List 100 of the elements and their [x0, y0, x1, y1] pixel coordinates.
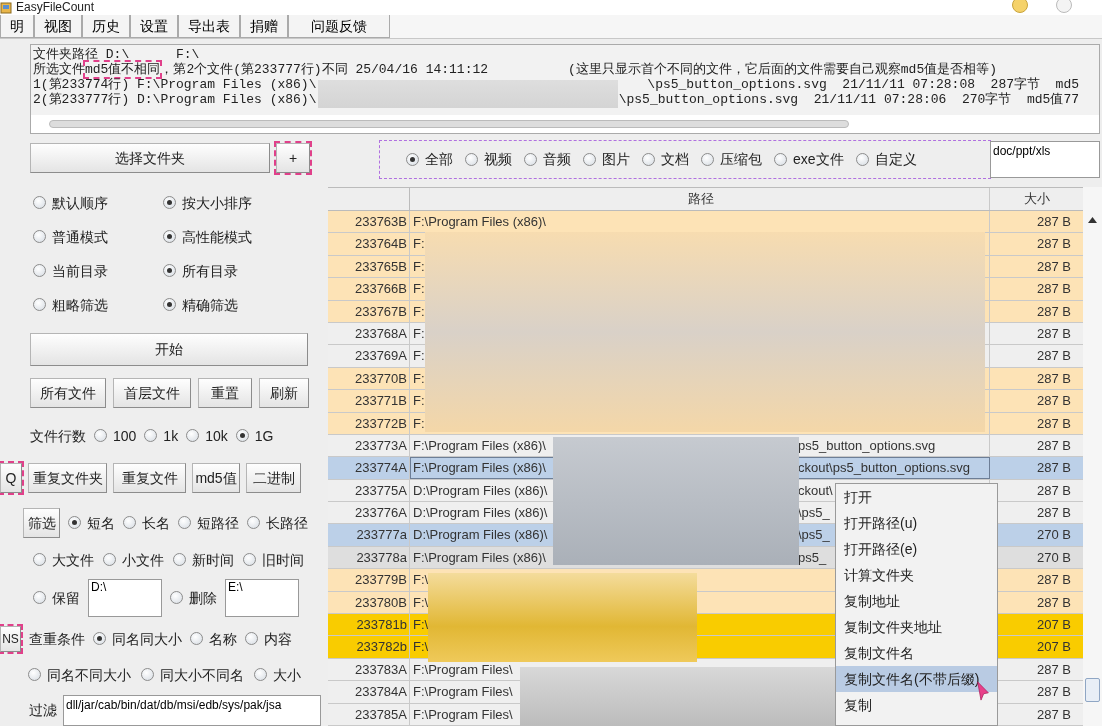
radio-label: 默认顺序	[52, 194, 108, 212]
radio-button[interactable]	[254, 668, 267, 682]
column-header[interactable]: 大小	[990, 188, 1083, 210]
table-cell: 287 B	[990, 255, 1083, 278]
path-text: F:	[413, 370, 425, 386]
radio-button[interactable]	[642, 153, 655, 166]
field-label: 过滤	[29, 702, 57, 719]
log-line: \ps5_button_options.svg 21/11/11 07:28:06 270字节 md5值77	[618, 92, 1080, 107]
radio-label: 视频	[484, 151, 512, 168]
path-text: F:\Program Files\	[413, 684, 513, 700]
button[interactable]: md5值	[192, 463, 240, 493]
radio-button[interactable]	[123, 516, 136, 530]
button[interactable]: 重复文件夹	[28, 463, 107, 493]
radio-label: 自定义	[874, 151, 917, 168]
radio-button[interactable]	[235, 429, 249, 443]
radio-label: 长路径	[266, 514, 308, 532]
menu-tab[interactable]: 历史	[82, 15, 130, 38]
button[interactable]: 重复文件	[113, 463, 186, 493]
filter-field[interactable]: dll/jar/cab/bin/dat/db/msi/edb/sys/pak/jsa	[63, 695, 321, 726]
radio-label: 保留	[52, 589, 80, 607]
radio-button[interactable]	[190, 632, 203, 646]
path-field[interactable]: E:\	[225, 579, 299, 617]
scrollbar-thumb[interactable]	[1085, 678, 1100, 702]
radio-label: 删除	[189, 589, 217, 607]
radio-button[interactable]	[243, 553, 256, 567]
menu-tab[interactable]: 捐赠	[240, 15, 288, 38]
window-button[interactable]	[1012, 0, 1028, 13]
radio-label: 短路径	[197, 514, 239, 532]
radio-button[interactable]	[141, 668, 154, 682]
path-text: F:	[413, 236, 425, 252]
radio-button[interactable]	[94, 429, 107, 443]
select-folder-button[interactable]: 选择文件夹	[30, 143, 270, 173]
radio-button[interactable]	[163, 264, 176, 278]
table-cell: 287 B	[990, 278, 1083, 300]
radio-label: 粗略筛选	[52, 296, 108, 314]
radio-button[interactable]	[186, 429, 200, 443]
button[interactable]: 刷新	[259, 378, 309, 408]
radio-button[interactable]	[93, 632, 106, 646]
radio-button[interactable]	[245, 632, 258, 646]
scrollbar-thumb[interactable]	[49, 120, 849, 128]
radio-button[interactable]	[33, 553, 46, 567]
radio-button[interactable]	[173, 553, 186, 567]
radio-label: 图片	[602, 151, 630, 168]
menu-tab[interactable]: 视图	[34, 15, 82, 38]
radio-button[interactable]	[524, 153, 537, 166]
radio-button[interactable]	[28, 668, 41, 682]
custom-types-field[interactable]: doc/ppt/xls	[990, 141, 1100, 178]
radio-button[interactable]	[178, 516, 191, 530]
radio-button[interactable]	[170, 591, 183, 605]
radio-button[interactable]	[103, 553, 116, 567]
menu-tab[interactable]: 明	[0, 15, 34, 38]
add-button[interactable]: +	[276, 143, 310, 173]
radio-button[interactable]	[33, 591, 46, 605]
radio-label: exe文件	[793, 151, 844, 168]
radio-button[interactable]	[163, 196, 176, 210]
radio-button[interactable]	[465, 153, 478, 166]
radio-button[interactable]	[701, 153, 714, 166]
radio-button[interactable]	[855, 153, 869, 166]
radio-button[interactable]	[33, 196, 46, 210]
path-text: D:\Program Files (x86)\	[413, 527, 548, 543]
radio-button[interactable]	[406, 153, 419, 166]
radio-button[interactable]	[163, 230, 176, 244]
radio-button[interactable]	[33, 298, 46, 312]
scroll-up-icon[interactable]	[1088, 217, 1097, 223]
filter-button[interactable]: 筛选	[23, 508, 60, 538]
radio-label: 音频	[543, 151, 571, 168]
table-cell: 233779B	[328, 569, 410, 591]
radio-button[interactable]	[163, 298, 176, 312]
table-cell: 287 B	[990, 233, 1083, 255]
path-text: ps5_button_options.svg	[798, 436, 936, 455]
radio-button[interactable]	[68, 516, 81, 530]
window-button[interactable]	[1056, 0, 1072, 13]
radio-button[interactable]	[144, 429, 158, 443]
start-button[interactable]: 开始	[30, 333, 308, 366]
path-text: \ps5_	[798, 526, 830, 545]
menu-tab[interactable]: 导出表	[178, 15, 240, 38]
path-field[interactable]: D:\	[88, 579, 162, 617]
radio-label: 长名	[142, 514, 170, 532]
menu-tab[interactable]: 问题反馈	[288, 15, 390, 38]
menu-tab[interactable]: 设置	[130, 15, 178, 38]
button[interactable]: 首层文件	[113, 378, 191, 408]
radio-label: 名称	[209, 630, 237, 648]
button[interactable]: 重置	[198, 378, 252, 408]
radio-button[interactable]	[583, 153, 596, 166]
button[interactable]: 二进制	[246, 463, 301, 493]
radio-button[interactable]	[774, 153, 787, 166]
button[interactable]: Q	[0, 463, 22, 493]
radio-label: 普通模式	[52, 228, 108, 246]
path-text: F:\	[413, 594, 429, 610]
column-header[interactable]: 路径	[410, 188, 990, 210]
button[interactable]: NS	[0, 626, 21, 652]
radio-button[interactable]	[33, 264, 46, 278]
button[interactable]: 所有文件	[30, 378, 106, 408]
radio-label: 当前目录	[52, 262, 108, 280]
menu-item[interactable]: 复制文件名(不带后缀)	[836, 666, 997, 692]
radio-button[interactable]	[33, 230, 46, 244]
table-cell: 233774A	[328, 457, 410, 479]
radio-label: 内容	[264, 630, 292, 648]
path-text: F:\Program Files (x86)\	[413, 214, 546, 229]
radio-button[interactable]	[247, 516, 260, 530]
